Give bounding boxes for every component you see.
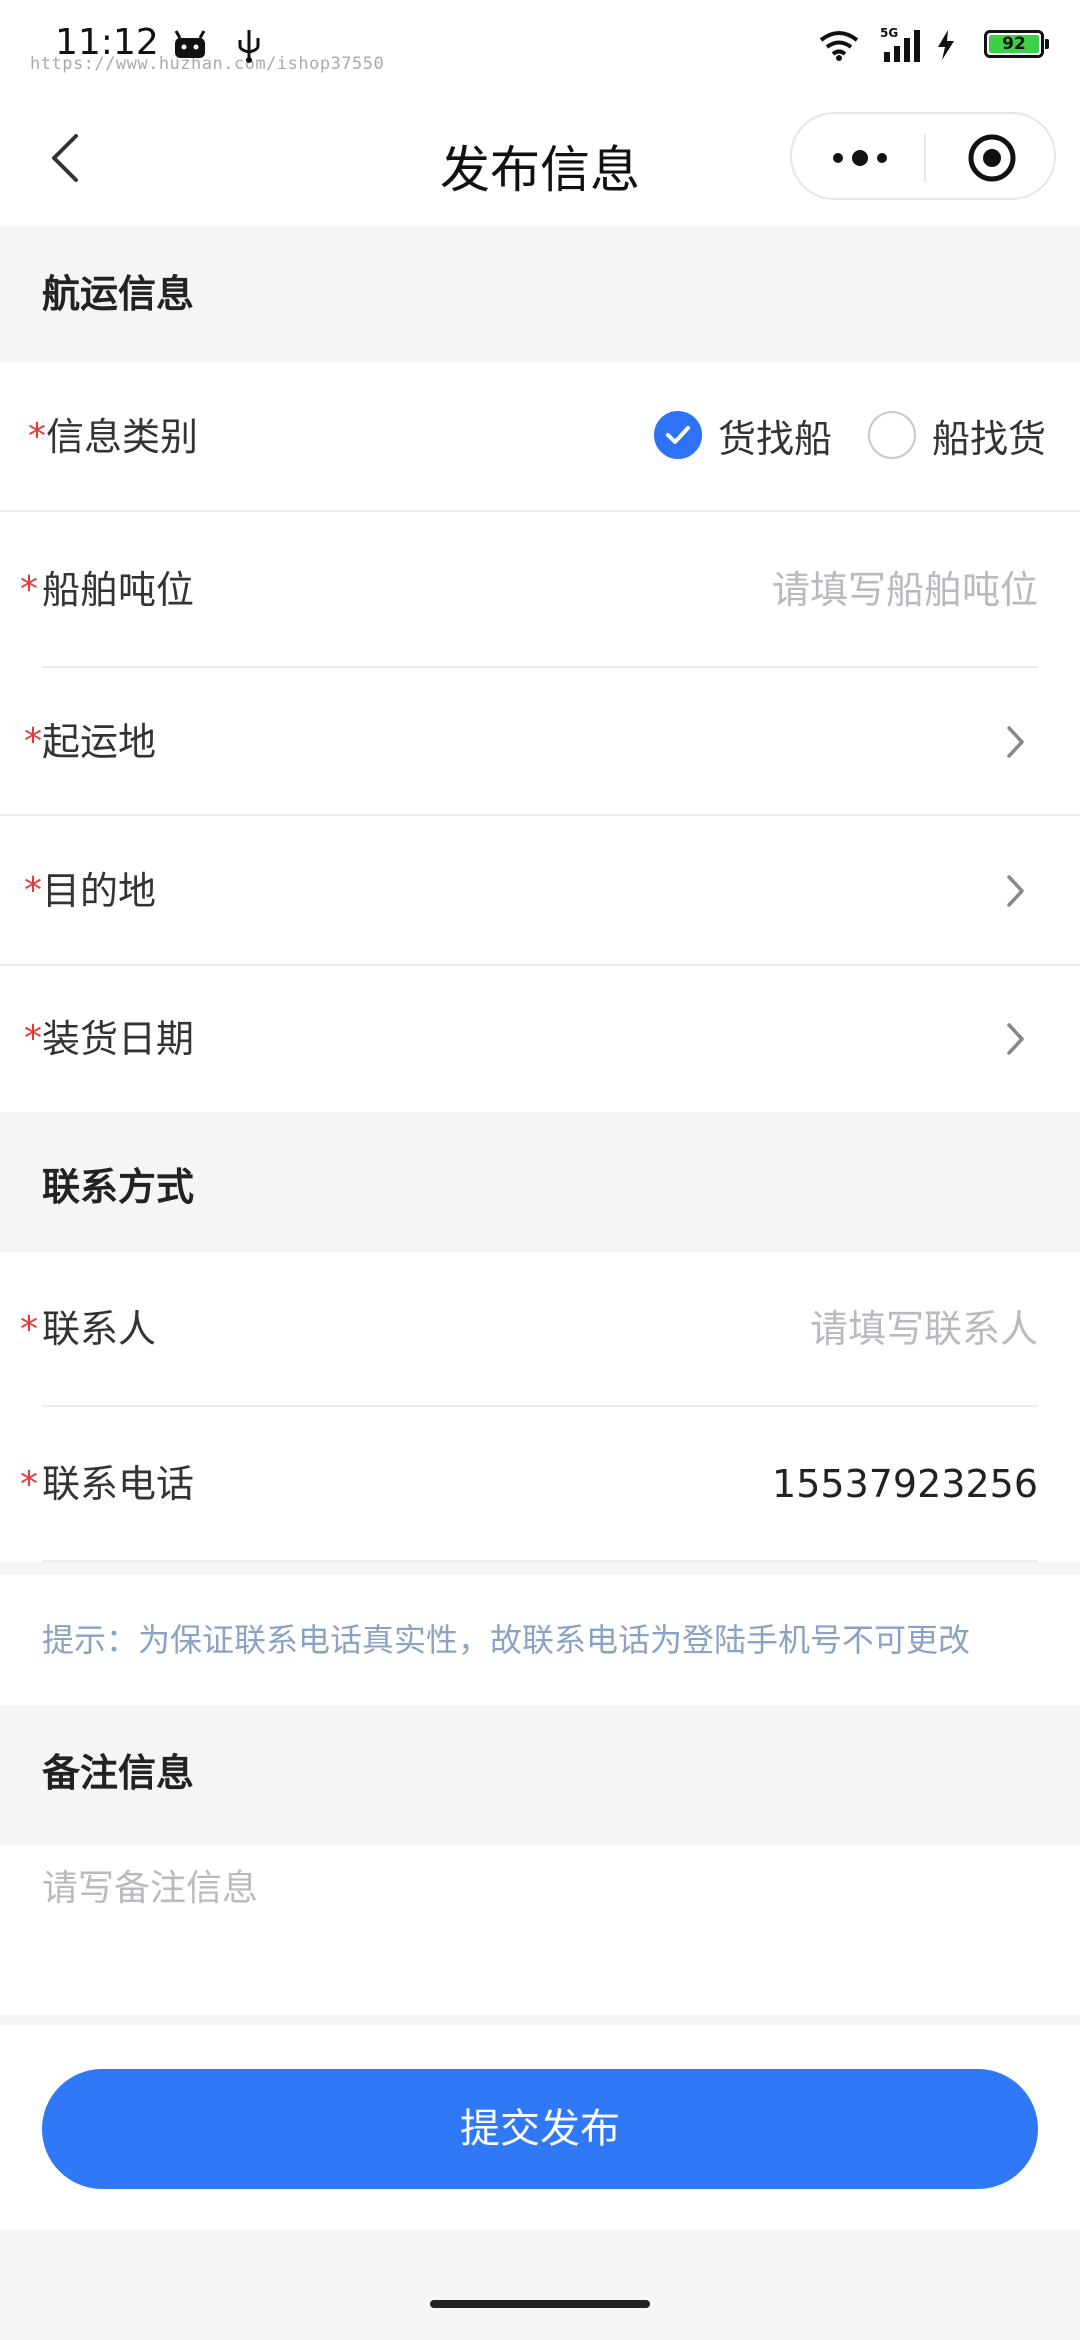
signal-icon: 5G [880,26,924,64]
chevron-right-icon [1007,1023,1024,1055]
radio-label: 货找船 [717,416,832,461]
page: 11:12 https://www.huzhan.com/ishop37550 … [0,0,1080,2340]
contact-person-label: 联系人 [42,1307,157,1351]
required-mark: * [24,1018,42,1059]
origin-label: 起运地 [42,720,157,764]
info-type-label: 信息类别 [46,415,199,459]
required-mark: * [20,569,38,610]
required-mark: * [20,1464,38,1505]
info-type-radio-group: 货找船 船找货 [618,362,1046,508]
required-mark: * [20,1309,38,1350]
tonnage-label: 船舶吨位 [42,568,195,612]
radio-ship-seeks-cargo[interactable]: 船找货 [867,408,1046,463]
navigation-bar: 发布信息 [0,90,1080,226]
section-title-contact: 联系方式 [0,1112,1080,1252]
tonnage-row: * 船舶吨位 [0,512,1080,668]
wifi-icon [819,31,859,61]
contact-phone-value: 15537923256 [772,1462,1038,1506]
target-circle-icon[interactable] [966,132,1018,184]
contact-phone-label: 联系电话 [42,1462,195,1506]
contact-person-input[interactable] [538,1299,1038,1359]
submit-area: 提交发布 [0,2025,1080,2230]
destination-row[interactable]: * 目的地 [0,816,1080,966]
status-bar: 11:12 https://www.huzhan.com/ishop37550 … [0,0,1080,90]
contact-phone-row: * 联系电话 15537923256 [0,1407,1080,1562]
section-title-shipping: 航运信息 [0,226,1080,362]
mini-program-capsule [790,112,1056,200]
chevron-right-icon [1007,875,1024,907]
divider [42,1560,1038,1562]
capsule-divider [924,134,926,182]
submit-button[interactable]: 提交发布 [42,2069,1038,2189]
origin-row[interactable]: * 起运地 [0,668,1080,816]
radio-label: 船找货 [931,416,1046,461]
chevron-right-icon [1007,726,1024,758]
required-mark: * [28,416,46,457]
radio-cargo-seeks-ship[interactable]: 货找船 [653,408,832,463]
more-dots-icon[interactable] [828,132,892,184]
radio-checked-icon[interactable] [653,411,702,459]
tonnage-input[interactable] [538,560,1038,620]
loading-date-row[interactable]: * 装货日期 [0,966,1080,1112]
home-indicator[interactable] [430,2300,650,2308]
usb-icon [238,30,260,63]
notes-textarea[interactable] [42,1859,1038,1999]
destination-label: 目的地 [42,869,157,913]
loading-date-label: 装货日期 [42,1017,195,1061]
charging-icon [938,30,954,60]
phone-hint-text: 提示：为保证联系电话真实性，故联系电话为登陆手机号不可更改 [0,1575,1080,1705]
info-type-row: * 信息类别 货找船 船找货 [0,362,1080,512]
required-mark: * [24,721,42,762]
android-icon [174,30,206,58]
battery-icon: 92 [984,30,1049,58]
section-title-notes: 备注信息 [0,1705,1080,1845]
radio-unchecked-icon[interactable] [867,411,916,459]
contact-person-row: * 联系人 [0,1252,1080,1407]
required-mark: * [24,870,42,911]
notes-area [0,1845,1080,2015]
battery-level: 92 [989,35,1039,53]
